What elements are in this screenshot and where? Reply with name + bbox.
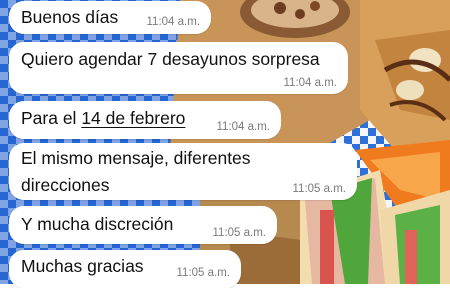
message-bubble[interactable]: El mismo mensaje, diferentes direcciones… <box>9 143 357 200</box>
message-bubble[interactable]: Muchas gracias 11:05 a.m. <box>9 250 241 288</box>
message-text-prefix: Para el <box>21 108 82 128</box>
message-timestamp: 11:04 a.m. <box>283 77 338 89</box>
message-timestamp: 11:04 a.m. <box>216 121 271 133</box>
message-text: El mismo mensaje, diferentes direcciones <box>21 148 251 195</box>
message-timestamp: 11:05 a.m. <box>212 227 267 239</box>
message-text: Quiero agendar 7 desayunos sorpresa <box>21 49 320 69</box>
message-timestamp: 11:05 a.m. <box>292 183 347 195</box>
date-link[interactable]: 14 de febrero <box>81 108 185 128</box>
message-bubble[interactable]: Buenos días 11:04 a.m. <box>9 1 211 34</box>
message-text: Y mucha discreción <box>21 214 174 234</box>
message-timestamp: 11:04 a.m. <box>146 16 201 28</box>
message-bubble[interactable]: Quiero agendar 7 desayunos sorpresa 11:0… <box>9 42 348 94</box>
message-text: Buenos días <box>21 7 119 27</box>
message-timestamp: 11:05 a.m. <box>176 267 231 279</box>
message-text: Para el 14 de febrero <box>21 105 185 132</box>
message-bubble[interactable]: Para el 14 de febrero 11:04 a.m. <box>9 101 281 139</box>
message-text: Muchas gracias <box>21 256 144 276</box>
message-bubble[interactable]: Y mucha discreción 11:05 a.m. <box>9 206 277 244</box>
